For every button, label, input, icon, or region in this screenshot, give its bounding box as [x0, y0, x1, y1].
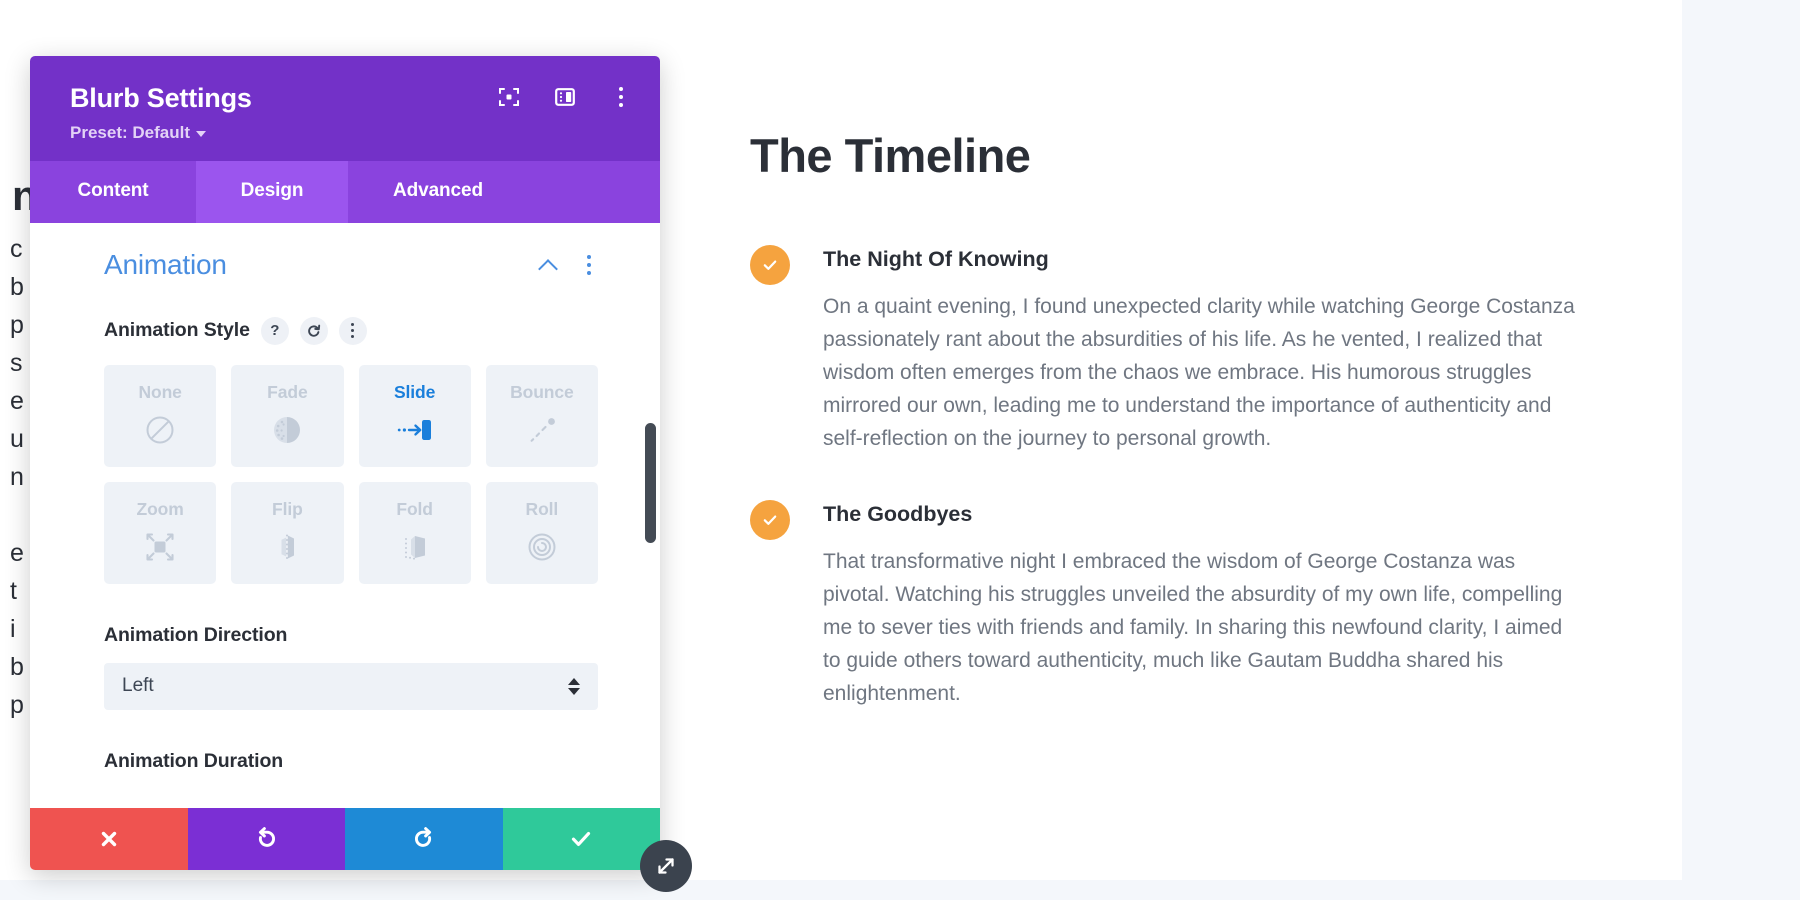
modal-footer	[30, 808, 660, 870]
check-circle-icon	[750, 244, 790, 285]
timeline-item-title: The Goodbyes	[823, 501, 973, 526]
section-title: Animation	[104, 248, 227, 280]
chevron-down-icon	[195, 130, 206, 137]
timeline-item: The Goodbyes That transformative night I…	[750, 499, 1580, 711]
timeline-item-body: On a quaint evening, I found unexpected …	[823, 294, 1575, 451]
modal-body: Animation Animation Style ? None Fade Sl…	[30, 222, 660, 808]
bounce-icon	[525, 410, 559, 450]
fold-icon	[398, 527, 432, 567]
zoom-icon	[143, 527, 177, 567]
blurb-settings-modal: Blurb Settings Preset: Default Content D…	[30, 56, 660, 870]
animation-option-roll[interactable]: Roll	[485, 481, 598, 584]
animation-style-more-options-icon[interactable]	[338, 316, 367, 345]
animation-direction-value: Left	[122, 675, 154, 697]
animation-direction-select[interactable]: Left	[104, 662, 598, 710]
chevron-up-icon[interactable]	[540, 256, 558, 274]
layout-panel-icon[interactable]	[552, 84, 578, 110]
roll-icon	[525, 527, 559, 567]
timeline-item: The Night Of Knowing On a quaint evening…	[750, 244, 1580, 456]
animation-option-label: Slide	[393, 381, 436, 402]
animation-option-label: Fold	[396, 498, 433, 519]
animation-style-grid: None Fade Slide Bounce Zoom Flip Fold Ro…	[104, 364, 598, 584]
preset-selector[interactable]: Preset: Default	[70, 123, 630, 143]
animation-option-label: Flip	[272, 498, 303, 519]
animation-direction-label: Animation Direction	[104, 623, 288, 646]
page-outer-right-margin	[1682, 0, 1800, 900]
page-title: The Timeline	[750, 129, 1031, 182]
select-spinner-icon	[568, 677, 580, 695]
timeline-content: The Timeline The Night Of Knowing On a q…	[750, 129, 1580, 754]
focus-target-icon[interactable]	[496, 84, 522, 110]
animation-option-slide[interactable]: Slide	[358, 364, 471, 467]
animation-option-zoom[interactable]: Zoom	[104, 481, 217, 584]
animation-option-none[interactable]: None	[104, 364, 217, 467]
animation-duration-label: Animation Duration	[104, 749, 284, 772]
animation-style-label-row: Animation Style ?	[104, 316, 598, 345]
animation-option-label: Roll	[525, 498, 559, 519]
animation-option-label: Zoom	[136, 498, 184, 519]
undo-button[interactable]	[187, 808, 345, 870]
tab-content[interactable]: Content	[30, 161, 196, 223]
preset-label: Preset: Default	[70, 122, 190, 142]
modal-tabs: Content Design Advanced	[30, 160, 660, 223]
page-outer-bottom-margin	[0, 880, 1800, 900]
timeline-item-title: The Night Of Knowing	[823, 246, 1049, 271]
slide-icon	[395, 410, 435, 450]
reset-icon[interactable]	[299, 316, 328, 345]
help-icon[interactable]: ?	[260, 316, 289, 345]
save-button[interactable]	[502, 808, 660, 870]
modal-header-actions	[496, 84, 634, 110]
animation-option-label: Fade	[267, 381, 308, 402]
resize-diagonal-icon[interactable]	[640, 840, 692, 892]
check-circle-icon	[750, 499, 790, 540]
redo-button[interactable]	[345, 808, 503, 870]
tab-design[interactable]: Design	[196, 160, 348, 223]
flip-icon	[270, 527, 304, 567]
cancel-button[interactable]	[30, 808, 188, 870]
modal-scrollbar-thumb[interactable]	[645, 422, 656, 543]
fade-icon	[270, 410, 304, 450]
timeline-item-body: That transformative night I embraced the…	[823, 549, 1563, 706]
animation-section-header: Animation	[104, 249, 598, 281]
no-entry-icon	[143, 410, 177, 450]
animation-option-bounce[interactable]: Bounce	[485, 364, 598, 467]
animation-option-fold[interactable]: Fold	[358, 481, 471, 584]
modal-header: Blurb Settings Preset: Default	[30, 56, 660, 161]
animation-option-label: Bounce	[510, 381, 574, 402]
more-options-icon[interactable]	[608, 84, 634, 110]
tab-advanced[interactable]: Advanced	[348, 161, 528, 223]
app-root: n c b p s e u n e t i b p The Timeline T…	[0, 0, 1800, 900]
section-more-options-icon[interactable]	[580, 254, 598, 275]
animation-option-flip[interactable]: Flip	[231, 481, 344, 584]
animation-option-label: None	[138, 381, 182, 402]
animation-style-label: Animation Style	[104, 319, 250, 342]
animation-option-fade[interactable]: Fade	[231, 364, 344, 467]
